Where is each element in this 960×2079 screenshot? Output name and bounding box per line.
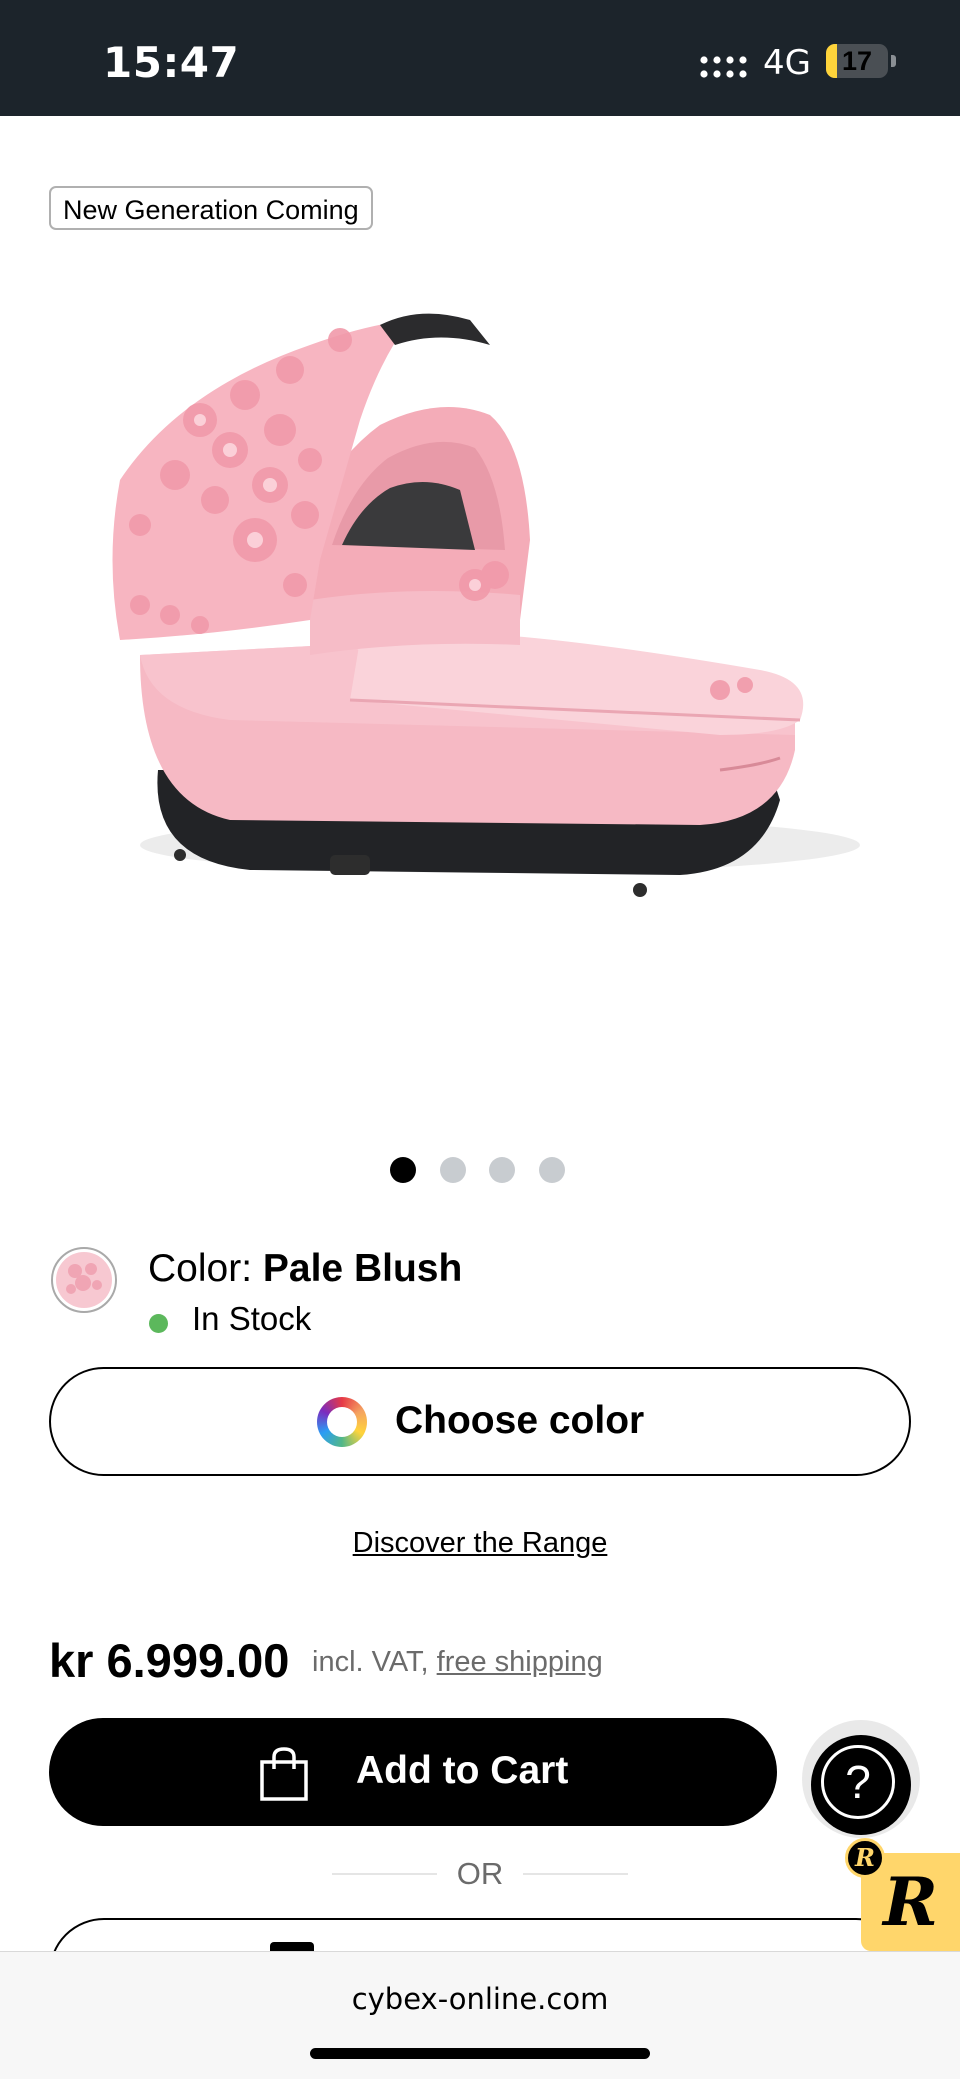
stock-status-icon [149, 1314, 168, 1333]
browser-address-bar: cybex-online.com [0, 1951, 960, 2079]
choose-color-label: Choose color [395, 1399, 645, 1442]
vat-info: incl. VAT, free shipping [312, 1646, 603, 1679]
home-indicator [310, 2048, 650, 2059]
battery-icon: 17 [826, 44, 888, 78]
add-to-cart-label: Add to Cart [356, 1749, 569, 1792]
question-icon: ? [821, 1745, 895, 1819]
carousel-dots [390, 1157, 570, 1183]
vat-text: incl. VAT, [312, 1646, 429, 1678]
discover-range-link[interactable]: Discover the Range [0, 1527, 960, 1560]
review-small-icon: R [845, 1838, 885, 1878]
signal-icon [700, 56, 747, 78]
carousel-dot[interactable] [440, 1157, 466, 1183]
carousel-dot[interactable] [489, 1157, 515, 1183]
color-wheel-icon [317, 1397, 367, 1447]
status-time: 15:47 [103, 38, 240, 87]
help-button-inner: ? [811, 1735, 911, 1835]
color-value: Pale Blush [262, 1247, 463, 1290]
pink-carrycot-image[interactable] [80, 300, 880, 940]
status-bar: 15:47 4G 17 [0, 0, 960, 116]
choose-color-button[interactable]: Choose color [49, 1367, 911, 1476]
url-display[interactable]: cybex-online.com [0, 1982, 960, 2016]
battery-tip [891, 55, 896, 67]
price: kr 6.999.00 [49, 1634, 290, 1687]
color-swatch[interactable] [51, 1247, 117, 1313]
carousel-dot[interactable] [390, 1157, 416, 1183]
add-to-cart-button[interactable]: Add to Cart [49, 1718, 777, 1826]
help-button[interactable]: ? [802, 1720, 920, 1838]
stock-status: In Stock [192, 1300, 312, 1337]
color-line: Color: Pale Blush [148, 1247, 462, 1291]
free-shipping-link[interactable]: free shipping [437, 1646, 603, 1678]
carousel-dot[interactable] [539, 1157, 565, 1183]
battery-level: 17 [841, 46, 873, 76]
pale-blush-swatch-icon [56, 1252, 112, 1308]
shopping-bag-icon [260, 1747, 308, 1801]
new-generation-badge: New Generation Coming [49, 186, 373, 230]
color-label: Color: [148, 1247, 263, 1290]
network-type: 4G [763, 43, 811, 83]
or-separator: OR [456, 1856, 504, 1891]
